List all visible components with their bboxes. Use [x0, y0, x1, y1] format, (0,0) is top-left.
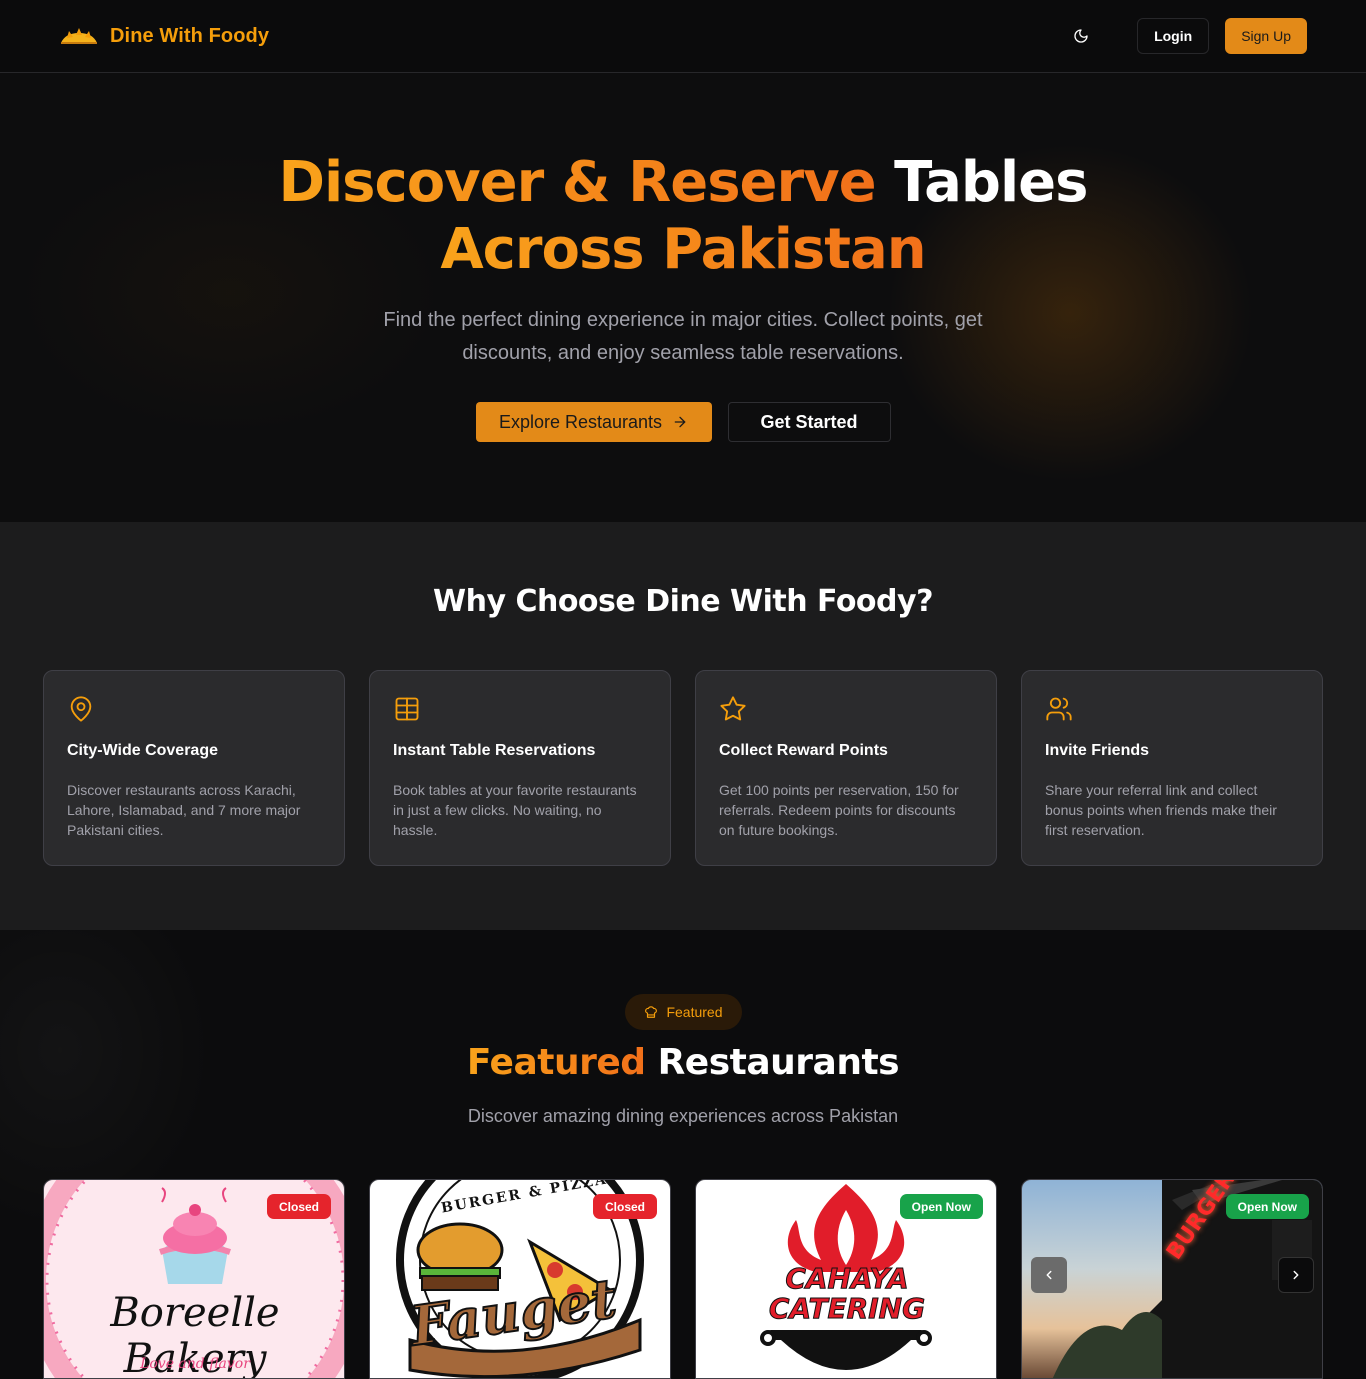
brand-name: Dine With Foody: [110, 24, 270, 47]
users-icon: [1046, 697, 1072, 721]
hero-actions: Explore Restaurants Get Started: [0, 402, 1366, 442]
navbar: Dine With Foody Login Sign Up: [0, 0, 1366, 73]
feature-card: Instant Table Reservations Book tables a…: [369, 670, 671, 866]
signup-button[interactable]: Sign Up: [1225, 18, 1307, 54]
featured-title: Featured Restaurants: [0, 1042, 1366, 1083]
featured-title-plain: Restaurants: [657, 1042, 900, 1083]
hero-title-plain: Tables: [894, 150, 1088, 215]
chevron-right-icon: [1293, 1270, 1299, 1280]
feature-description: Discover restaurants across Karachi, Lah…: [67, 782, 301, 838]
restaurant-logo-text: CAHAYA CATERING: [696, 1262, 996, 1325]
featured-title-highlight: Featured: [466, 1042, 646, 1083]
login-button[interactable]: Login: [1137, 18, 1210, 54]
featured-subtitle: Discover amazing dining experiences acro…: [467, 1106, 899, 1126]
featured-section: Featured Featured Restaurants Discover a…: [0, 930, 1366, 1379]
feature-title: Collect Reward Points: [719, 742, 888, 759]
feature-description: Share your referral link and collect bon…: [1045, 782, 1277, 838]
feature-title: Instant Table Reservations: [393, 742, 596, 759]
featured-badge: Featured: [625, 994, 742, 1030]
arrow-right-icon: [674, 416, 686, 428]
moon-icon: [1074, 29, 1088, 43]
star-icon: [720, 696, 746, 721]
feature-description: Book tables at your favorite restaurants…: [393, 782, 637, 838]
status-badge: Open Now: [899, 1194, 983, 1219]
restaurant-card[interactable]: Fauget BURGER & PIZZA Closed: [369, 1179, 671, 1379]
hero-subtitle: Find the perfect dining experience in ma…: [0, 304, 1366, 370]
hero-subtitle-line: Find the perfect dining experience in ma…: [383, 309, 983, 331]
status-badge: Closed: [266, 1194, 331, 1219]
restaurant-carousel: Boreelle Bakery Love and flavor Closed F…: [43, 1179, 1323, 1379]
hero-title-highlight-2: Across Pakistan: [440, 217, 926, 282]
restaurant-card[interactable]: CAHAYA CATERING Open Now: [695, 1179, 997, 1379]
chevron-left-icon: [1046, 1270, 1052, 1280]
restaurant-logo-line: CAHAYA: [785, 1262, 909, 1295]
feature-title: City-Wide Coverage: [67, 742, 218, 759]
chef-hat-icon: [645, 1006, 658, 1018]
feature-title: Invite Friends: [1045, 742, 1150, 759]
hero-title-highlight: Discover & Reserve: [278, 150, 877, 215]
status-badge: Open Now: [1225, 1194, 1309, 1219]
carousel-next-button[interactable]: [1278, 1257, 1314, 1293]
feature-grid: City-Wide Coverage Discover restaurants …: [43, 670, 1323, 866]
table-icon: [395, 697, 419, 721]
features-section: Why Choose Dine With Foody? City-Wide Co…: [0, 522, 1366, 930]
restaurant-logo-line: CATERING: [768, 1292, 926, 1325]
features-title: Why Choose Dine With Foody?: [433, 584, 933, 619]
feature-card: Collect Reward Points Get 100 points per…: [695, 670, 997, 866]
logo-icon: [61, 28, 97, 44]
feature-card: Invite Friends Share your referral link …: [1021, 670, 1323, 866]
theme-toggle-button[interactable]: [1061, 18, 1101, 54]
explore-restaurants-label: Explore Restaurants: [498, 411, 663, 432]
hero-title: Discover & Reserve Tables Across Pakista…: [0, 149, 1366, 283]
restaurant-card[interactable]: Boreelle Bakery Love and flavor Closed: [43, 1179, 345, 1379]
hero-subtitle-line: discounts, and enjoy seamless table rese…: [462, 342, 904, 364]
feature-description: Get 100 points per reservation, 150 for …: [719, 782, 959, 838]
map-pin-icon: [70, 696, 92, 722]
explore-restaurants-button[interactable]: Explore Restaurants: [475, 402, 712, 442]
hero-section: Discover & Reserve Tables Across Pakista…: [0, 73, 1366, 522]
feature-card: City-Wide Coverage Discover restaurants …: [43, 670, 345, 866]
get-started-button[interactable]: Get Started: [727, 402, 891, 442]
featured-badge-label: Featured: [666, 1004, 723, 1020]
carousel-prev-button[interactable]: [1031, 1257, 1067, 1293]
brand[interactable]: Dine With Foody: [60, 25, 269, 48]
status-badge: Closed: [592, 1194, 657, 1219]
